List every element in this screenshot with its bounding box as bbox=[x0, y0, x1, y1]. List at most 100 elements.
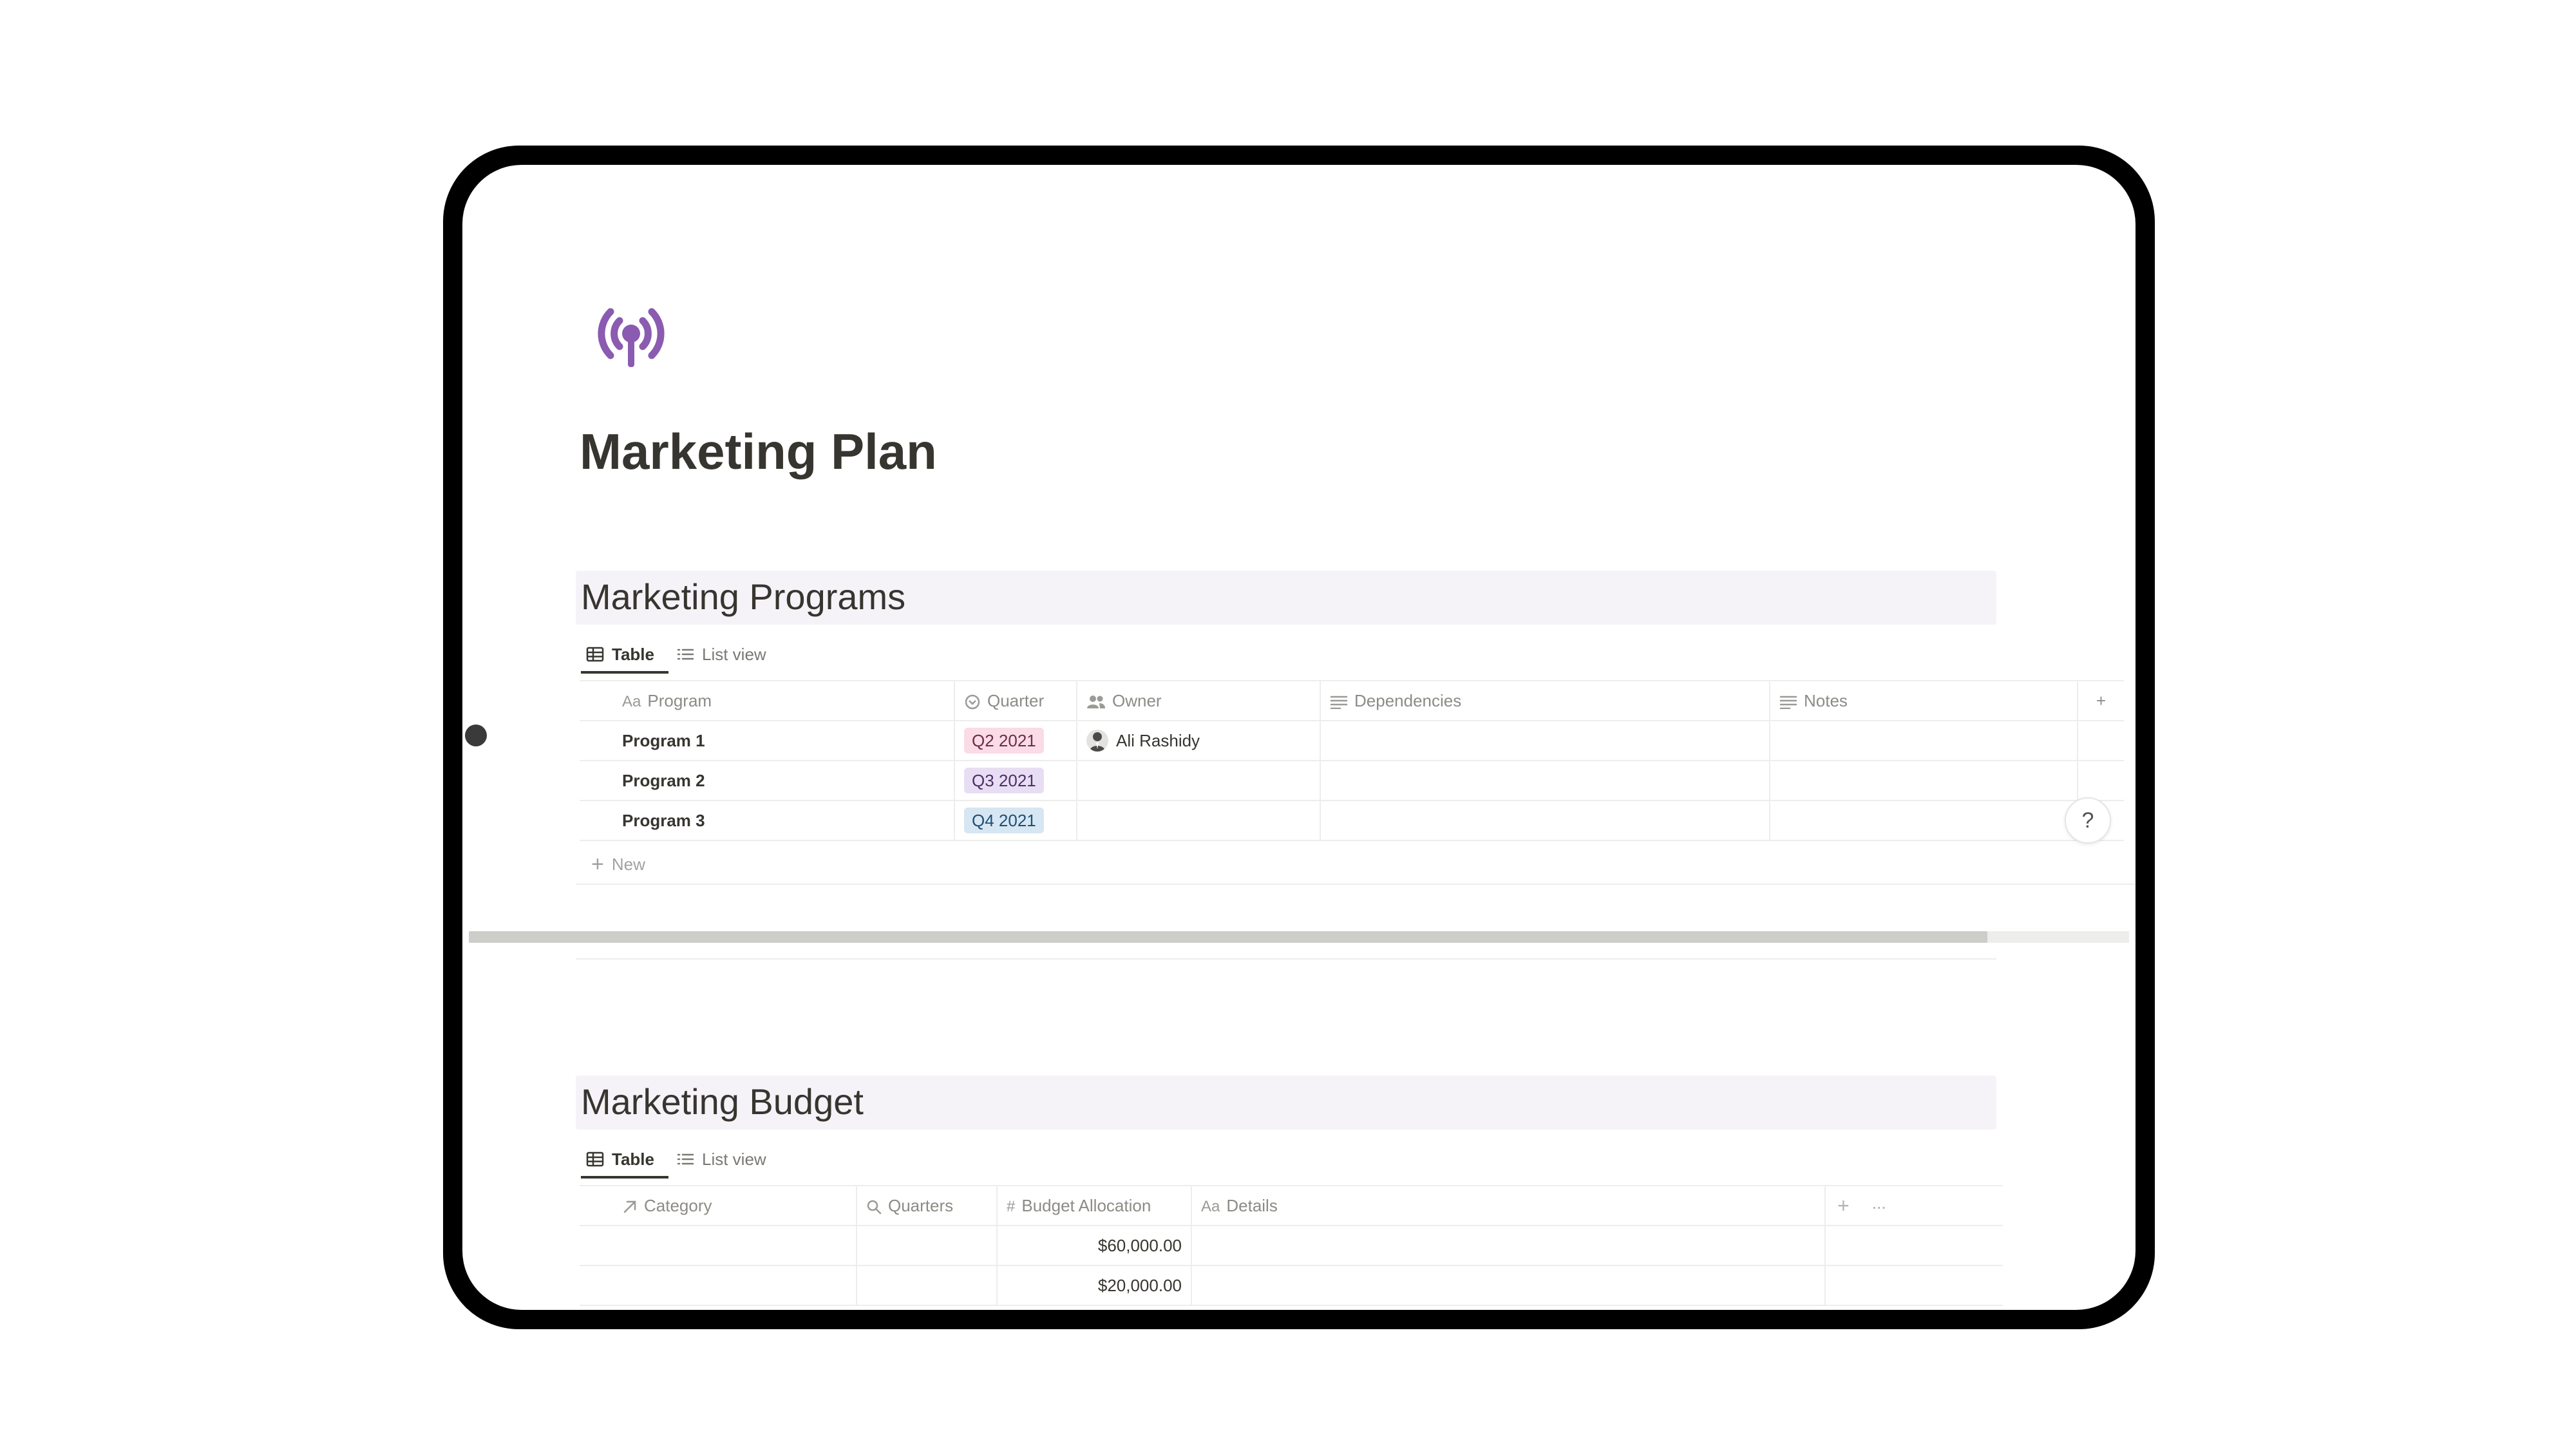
programs-tab-list-label: List view bbox=[702, 644, 766, 664]
budget-header-row: Category Quarters # Budget Allocation Aa D… bbox=[580, 1185, 2003, 1226]
quarter-tag: Q3 2021 bbox=[964, 768, 1044, 793]
table-row[interactable]: $60,000.00 bbox=[580, 1226, 2003, 1266]
table-icon bbox=[586, 647, 604, 662]
dependencies-cell[interactable] bbox=[1320, 800, 1770, 841]
column-header-notes[interactable]: Notes bbox=[1770, 680, 2078, 721]
help-button[interactable]: ? bbox=[2065, 797, 2111, 844]
column-header-label: Owner bbox=[1112, 690, 1162, 710]
quarters-cell[interactable] bbox=[857, 1226, 998, 1266]
column-header-program[interactable]: Aa Program bbox=[580, 680, 955, 721]
owner-cell[interactable] bbox=[1077, 761, 1321, 801]
select-icon bbox=[965, 694, 980, 709]
column-header-budget-allocation[interactable]: # Budget Allocation bbox=[997, 1185, 1192, 1226]
column-header-owner[interactable]: Owner bbox=[1077, 680, 1321, 721]
programs-section-header: Marketing Programs bbox=[576, 571, 1996, 625]
empty-cell bbox=[1825, 1265, 2003, 1306]
budget-allocation-cell[interactable]: $20,000.00 bbox=[997, 1265, 1192, 1306]
empty-cell bbox=[1825, 1226, 2003, 1266]
budget-allocation-cell[interactable]: $60,000.00 bbox=[997, 1226, 1192, 1266]
programs-tab-table[interactable]: Table bbox=[586, 636, 654, 672]
quarter-cell[interactable]: Q2 2021 bbox=[954, 721, 1077, 761]
add-property-button[interactable]: + bbox=[1837, 1194, 1850, 1217]
column-header-label: Budget Allocation bbox=[1021, 1195, 1151, 1215]
column-header-label: Quarters bbox=[888, 1195, 954, 1215]
quarters-cell[interactable] bbox=[857, 1265, 998, 1306]
table-row[interactable]: Program 3 Q4 2021 bbox=[580, 800, 2124, 841]
column-header-details[interactable]: Aa Details bbox=[1191, 1185, 1826, 1226]
table-row[interactable]: Program 1 Q2 2021 Ali Rashidy bbox=[580, 721, 2124, 761]
budget-tab-table[interactable]: Table bbox=[586, 1141, 654, 1177]
column-header-quarters[interactable]: Quarters bbox=[857, 1185, 998, 1226]
column-header-dependencies[interactable]: Dependencies bbox=[1320, 680, 1770, 721]
column-header-label: Quarter bbox=[987, 690, 1045, 710]
horizontal-scrollbar[interactable] bbox=[469, 931, 2129, 943]
column-header-quarter[interactable]: Quarter bbox=[954, 680, 1077, 721]
avatar bbox=[1086, 730, 1108, 752]
scrollbar-thumb[interactable] bbox=[469, 931, 1987, 943]
budget-tab-table-label: Table bbox=[612, 1149, 654, 1169]
owner-name: Ali Rashidy bbox=[1116, 730, 1200, 750]
budget-view-tabs: Table List view bbox=[576, 1141, 962, 1179]
programs-tab-list[interactable]: List view bbox=[676, 636, 766, 672]
budget-heading: Marketing Budget bbox=[581, 1081, 864, 1122]
header-actions: + ··· bbox=[1825, 1185, 2003, 1226]
column-header-category[interactable]: Category bbox=[580, 1185, 857, 1226]
quarter-cell[interactable]: Q4 2021 bbox=[954, 800, 1077, 841]
column-header-label: Details bbox=[1226, 1195, 1278, 1215]
program-name-cell[interactable]: Program 3 bbox=[580, 800, 955, 841]
notes-cell[interactable] bbox=[1770, 721, 2078, 761]
notes-cell[interactable] bbox=[1770, 761, 2078, 801]
column-header-label: Program bbox=[647, 690, 712, 710]
notes-cell[interactable] bbox=[1770, 800, 2078, 841]
new-row-label: New bbox=[611, 854, 645, 874]
column-header-label: Category bbox=[644, 1195, 712, 1215]
quarter-cell[interactable]: Q3 2021 bbox=[954, 761, 1077, 801]
category-cell[interactable] bbox=[580, 1265, 857, 1306]
details-cell[interactable] bbox=[1191, 1226, 1826, 1266]
text-lines-icon bbox=[1779, 696, 1797, 709]
programs-view-tabs: Table List view bbox=[576, 636, 962, 674]
divider bbox=[576, 958, 1996, 960]
category-cell[interactable] bbox=[580, 1226, 857, 1266]
list-icon bbox=[677, 649, 694, 660]
empty-cell bbox=[2078, 761, 2124, 801]
active-tab-indicator bbox=[581, 1176, 668, 1179]
quarter-tag: Q4 2021 bbox=[964, 808, 1044, 833]
budget-table: Category Quarters # Budget Allocation Aa D… bbox=[580, 1185, 2003, 1306]
text-lines-icon bbox=[1330, 696, 1348, 709]
programs-header-row: Aa Program Quarter Owner Dependencies No… bbox=[580, 680, 2124, 721]
list-icon bbox=[677, 1153, 694, 1165]
active-tab-indicator bbox=[581, 671, 668, 674]
owner-cell[interactable]: Ali Rashidy bbox=[1077, 721, 1321, 761]
owner-cell[interactable] bbox=[1077, 800, 1321, 841]
program-name-cell[interactable]: Program 2 bbox=[580, 761, 955, 801]
dependencies-cell[interactable] bbox=[1320, 721, 1770, 761]
people-icon bbox=[1087, 695, 1105, 708]
table-row[interactable]: $20,000.00 bbox=[580, 1265, 2003, 1306]
number-property-icon: # bbox=[1007, 1197, 1016, 1215]
budget-section-header: Marketing Budget bbox=[576, 1075, 1996, 1130]
new-row-button[interactable]: + New bbox=[576, 845, 2136, 885]
programs-heading: Marketing Programs bbox=[581, 576, 906, 617]
app-screen: Marketing Plan Marketing Programs Table bbox=[462, 165, 2136, 1310]
text-property-icon: Aa bbox=[622, 692, 641, 710]
program-name-cell[interactable]: Program 1 bbox=[580, 721, 955, 761]
budget-tab-list[interactable]: List view bbox=[676, 1141, 766, 1177]
column-header-label: Notes bbox=[1804, 690, 1848, 710]
search-icon bbox=[867, 1200, 882, 1214]
quarter-tag: Q2 2021 bbox=[964, 728, 1044, 753]
programs-tab-table-label: Table bbox=[612, 644, 654, 664]
broadcast-antenna-icon[interactable] bbox=[586, 296, 676, 371]
table-icon bbox=[586, 1151, 604, 1167]
empty-cell bbox=[2078, 721, 2124, 761]
dependencies-cell[interactable] bbox=[1320, 761, 1770, 801]
details-cell[interactable] bbox=[1191, 1265, 1826, 1306]
table-row[interactable]: Program 2 Q3 2021 bbox=[580, 761, 2124, 801]
add-property-button[interactable]: + bbox=[2078, 680, 2124, 721]
text-property-icon: Aa bbox=[1201, 1197, 1220, 1215]
programs-table: Aa Program Quarter Owner Dependencies No… bbox=[580, 680, 2124, 841]
budget-tab-list-label: List view bbox=[702, 1149, 766, 1169]
plus-icon: + bbox=[591, 851, 604, 876]
column-header-label: Dependencies bbox=[1354, 690, 1462, 710]
more-options-icon[interactable]: ··· bbox=[1871, 1197, 1887, 1217]
